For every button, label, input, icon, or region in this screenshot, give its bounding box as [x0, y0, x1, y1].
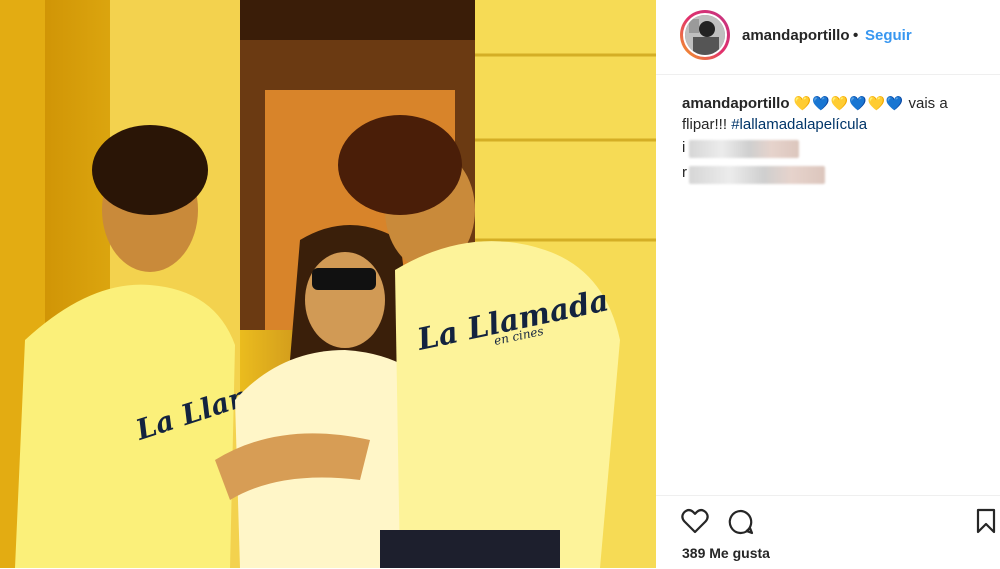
- yellow-heart-emoji: 💛: [793, 95, 812, 111]
- likes-count[interactable]: 389 Me gusta: [682, 545, 770, 561]
- comment-initial: r: [682, 164, 687, 181]
- blurred-comment: r: [682, 164, 687, 184]
- post-actions: 389 Me gusta: [656, 495, 1000, 569]
- caption-emojis: 💛💙💛💙💛💙: [794, 95, 909, 112]
- blurred-comment: i: [682, 139, 685, 159]
- heart-icon[interactable]: [681, 508, 709, 539]
- blue-heart-emoji: 💙: [849, 95, 867, 111]
- yellow-heart-emoji: 💛: [830, 95, 848, 111]
- pixelated-redaction: [689, 140, 799, 158]
- comment-initial: i: [682, 139, 686, 156]
- follow-button[interactable]: Seguir: [865, 27, 912, 44]
- avatar[interactable]: [680, 10, 730, 60]
- hashtag-link[interactable]: #lallamadalapelícula: [731, 116, 867, 133]
- blue-heart-emoji: 💙: [812, 95, 830, 111]
- pixelated-redaction: [689, 166, 825, 184]
- post-header: amandaportillo • Seguir: [656, 0, 1000, 75]
- avatar-image: [685, 15, 725, 55]
- bookmark-icon[interactable]: [976, 508, 996, 539]
- post-side-panel: amandaportillo • Seguir amandaportillo 💛…: [656, 0, 1000, 568]
- username-link[interactable]: amandaportillo: [742, 27, 850, 44]
- separator-dot: •: [853, 27, 859, 44]
- post-photo[interactable]: La Llamada La Llamada en cines: [0, 0, 656, 568]
- blue-heart-emoji: 💙: [885, 95, 904, 111]
- caption-username[interactable]: amandaportillo: [682, 95, 790, 112]
- post-image: La Llamada La Llamada en cines: [0, 0, 656, 568]
- caption: amandaportillo 💛💙💛💙💛💙 vais a flipar!!! #…: [682, 93, 982, 135]
- yellow-heart-emoji: 💛: [867, 95, 885, 111]
- comment-icon[interactable]: [727, 508, 755, 541]
